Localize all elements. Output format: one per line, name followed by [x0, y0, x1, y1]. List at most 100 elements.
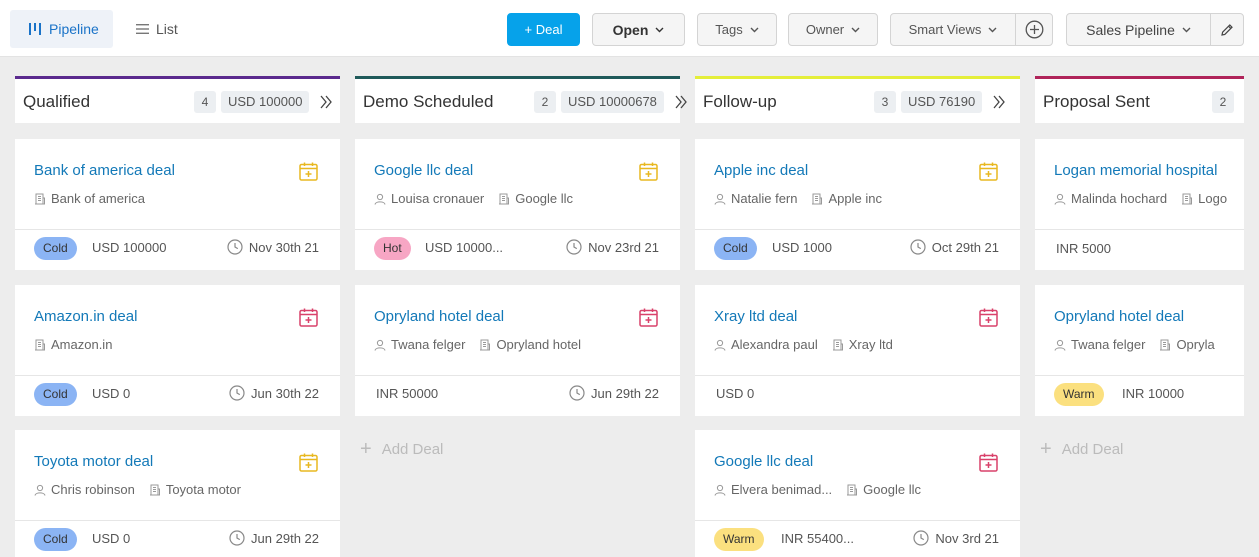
- deal-company[interactable]: Google llc: [515, 191, 573, 206]
- deal-card[interactable]: Google llc deal Louisa cronauer Google l…: [355, 139, 680, 270]
- deal-title[interactable]: Xray ltd deal: [714, 308, 797, 325]
- deal-company[interactable]: Google llc: [863, 482, 921, 497]
- deal-title[interactable]: Google llc deal: [374, 162, 473, 179]
- column-deal-count: 2: [1212, 91, 1234, 113]
- add-smart-view-button[interactable]: [1015, 13, 1053, 46]
- column-title: Follow-up: [703, 92, 777, 111]
- deal-card[interactable]: Apple inc deal Natalie fern Apple inc Co…: [695, 139, 1020, 270]
- calendar-plus-icon[interactable]: [978, 452, 999, 473]
- deal-title[interactable]: Google llc deal: [714, 453, 813, 470]
- building-icon: [480, 339, 491, 350]
- deal-card[interactable]: Logan memorial hospital Malinda hochard …: [1035, 139, 1244, 270]
- pipeline-view-icon: [29, 23, 41, 35]
- deal-card[interactable]: Google llc deal Elvera benimad... Google…: [695, 430, 1020, 557]
- deal-amount: USD 0: [92, 531, 131, 546]
- deal-company[interactable]: Logo: [1198, 191, 1227, 206]
- deal-contact[interactable]: Chris robinson: [51, 482, 135, 497]
- calendar-plus-icon[interactable]: [638, 307, 659, 328]
- edit-pipeline-button[interactable]: [1210, 13, 1244, 46]
- deal-title[interactable]: Opryland hotel deal: [1054, 308, 1184, 325]
- deal-company[interactable]: Opryla: [1176, 337, 1214, 352]
- clock-icon: [229, 385, 245, 401]
- calendar-plus-icon[interactable]: [638, 161, 659, 182]
- tab-list[interactable]: List: [136, 10, 196, 48]
- chevron-down-icon: [988, 27, 997, 32]
- deal-footer: Cold USD 1000 Oct 29th 21: [695, 230, 1020, 270]
- smart-views-dropdown[interactable]: Smart Views: [890, 13, 1016, 46]
- deal-title[interactable]: Logan memorial hospital: [1054, 162, 1217, 179]
- deal-contact[interactable]: Twana felger: [1071, 337, 1145, 352]
- plus-icon: +: [360, 438, 372, 460]
- person-icon: [1054, 193, 1066, 205]
- deal-contact[interactable]: Malinda hochard: [1071, 191, 1167, 206]
- column-title: Qualified: [23, 92, 91, 111]
- add-deal-link[interactable]: + Add Deal: [1040, 439, 1123, 459]
- column-header: Follow-up 3 USD 76190: [695, 76, 1020, 123]
- status-filter-label: Open: [612, 21, 649, 38]
- add-deal-button-label: + Deal: [524, 22, 563, 37]
- tab-pipeline[interactable]: Pipeline: [10, 10, 113, 48]
- deal-meta: Twana felger Opryla: [1054, 337, 1229, 352]
- column-total-amount: USD 76190: [901, 91, 983, 113]
- calendar-plus-icon[interactable]: [298, 452, 319, 473]
- add-deal-button[interactable]: + Deal: [507, 13, 580, 46]
- clock-icon: [910, 239, 926, 255]
- calendar-plus-icon[interactable]: [298, 307, 319, 328]
- deal-company[interactable]: Bank of america: [51, 191, 145, 206]
- deal-title[interactable]: Toyota motor deal: [34, 453, 153, 470]
- deal-company[interactable]: Xray ltd: [849, 337, 893, 352]
- person-icon: [714, 339, 726, 351]
- deal-company[interactable]: Amazon.in: [51, 337, 112, 352]
- deal-company[interactable]: Apple inc: [828, 191, 881, 206]
- calendar-plus-icon[interactable]: [978, 161, 999, 182]
- deal-close-date: Nov 3rd 21: [913, 530, 999, 546]
- pipeline-select-dropdown[interactable]: Sales Pipeline: [1066, 13, 1211, 46]
- tags-filter-dropdown[interactable]: Tags: [697, 13, 777, 46]
- person-icon: [374, 339, 386, 351]
- building-icon: [812, 193, 823, 204]
- column-header: Proposal Sent 2: [1035, 76, 1244, 123]
- deal-meta: Natalie fern Apple inc: [714, 191, 896, 206]
- pipeline-select-label: Sales Pipeline: [1086, 21, 1175, 38]
- double-chevron-right-icon[interactable]: [675, 95, 688, 109]
- deal-close-date: Jun 29th 22: [569, 385, 659, 401]
- deal-tag: Cold: [34, 528, 77, 551]
- column-deal-count: 2: [534, 91, 556, 113]
- deal-card[interactable]: Toyota motor deal Chris robinson Toyota …: [15, 430, 340, 557]
- chevron-down-icon: [750, 27, 759, 32]
- deal-title[interactable]: Apple inc deal: [714, 162, 808, 179]
- person-icon: [714, 193, 726, 205]
- deal-contact[interactable]: Alexandra paul: [731, 337, 818, 352]
- deal-amount: INR 50000: [376, 386, 439, 401]
- add-deal-label: Add Deal: [1061, 440, 1124, 458]
- owner-filter-dropdown[interactable]: Owner: [788, 13, 878, 46]
- status-filter-dropdown[interactable]: Open: [592, 13, 685, 46]
- building-icon: [1160, 339, 1171, 350]
- double-chevron-right-icon[interactable]: [993, 95, 1006, 109]
- deal-card[interactable]: Opryland hotel deal Twana felger Opryla …: [1035, 285, 1244, 416]
- building-icon: [1182, 193, 1193, 204]
- double-chevron-right-icon[interactable]: [320, 95, 333, 109]
- deal-meta: Chris robinson Toyota motor: [34, 482, 255, 497]
- deal-card[interactable]: Bank of america deal Bank of america Col…: [15, 139, 340, 270]
- deal-amount: USD 1000: [772, 240, 832, 255]
- deal-card[interactable]: Xray ltd deal Alexandra paul Xray ltd US…: [695, 285, 1020, 416]
- building-icon: [35, 339, 45, 350]
- deal-contact[interactable]: Natalie fern: [731, 191, 797, 206]
- deal-contact[interactable]: Elvera benimad...: [731, 482, 832, 497]
- deal-company[interactable]: Opryland hotel: [496, 337, 581, 352]
- calendar-plus-icon[interactable]: [978, 307, 999, 328]
- deal-tag: Cold: [714, 237, 757, 260]
- deal-title[interactable]: Amazon.in deal: [34, 308, 137, 325]
- chevron-down-icon: [851, 27, 860, 32]
- calendar-plus-icon[interactable]: [298, 161, 319, 182]
- deal-card[interactable]: Amazon.in deal Amazon.in Cold USD 0 Jun …: [15, 285, 340, 416]
- deal-title[interactable]: Opryland hotel deal: [374, 308, 504, 325]
- deal-contact[interactable]: Louisa cronauer: [391, 191, 484, 206]
- add-deal-link[interactable]: + Add Deal: [360, 439, 443, 459]
- deal-title[interactable]: Bank of america deal: [34, 162, 175, 179]
- deal-card[interactable]: Opryland hotel deal Twana felger Oprylan…: [355, 285, 680, 416]
- deal-company[interactable]: Toyota motor: [166, 482, 241, 497]
- deal-footer: Cold USD 0 Jun 29th 22: [15, 521, 340, 557]
- deal-contact[interactable]: Twana felger: [391, 337, 465, 352]
